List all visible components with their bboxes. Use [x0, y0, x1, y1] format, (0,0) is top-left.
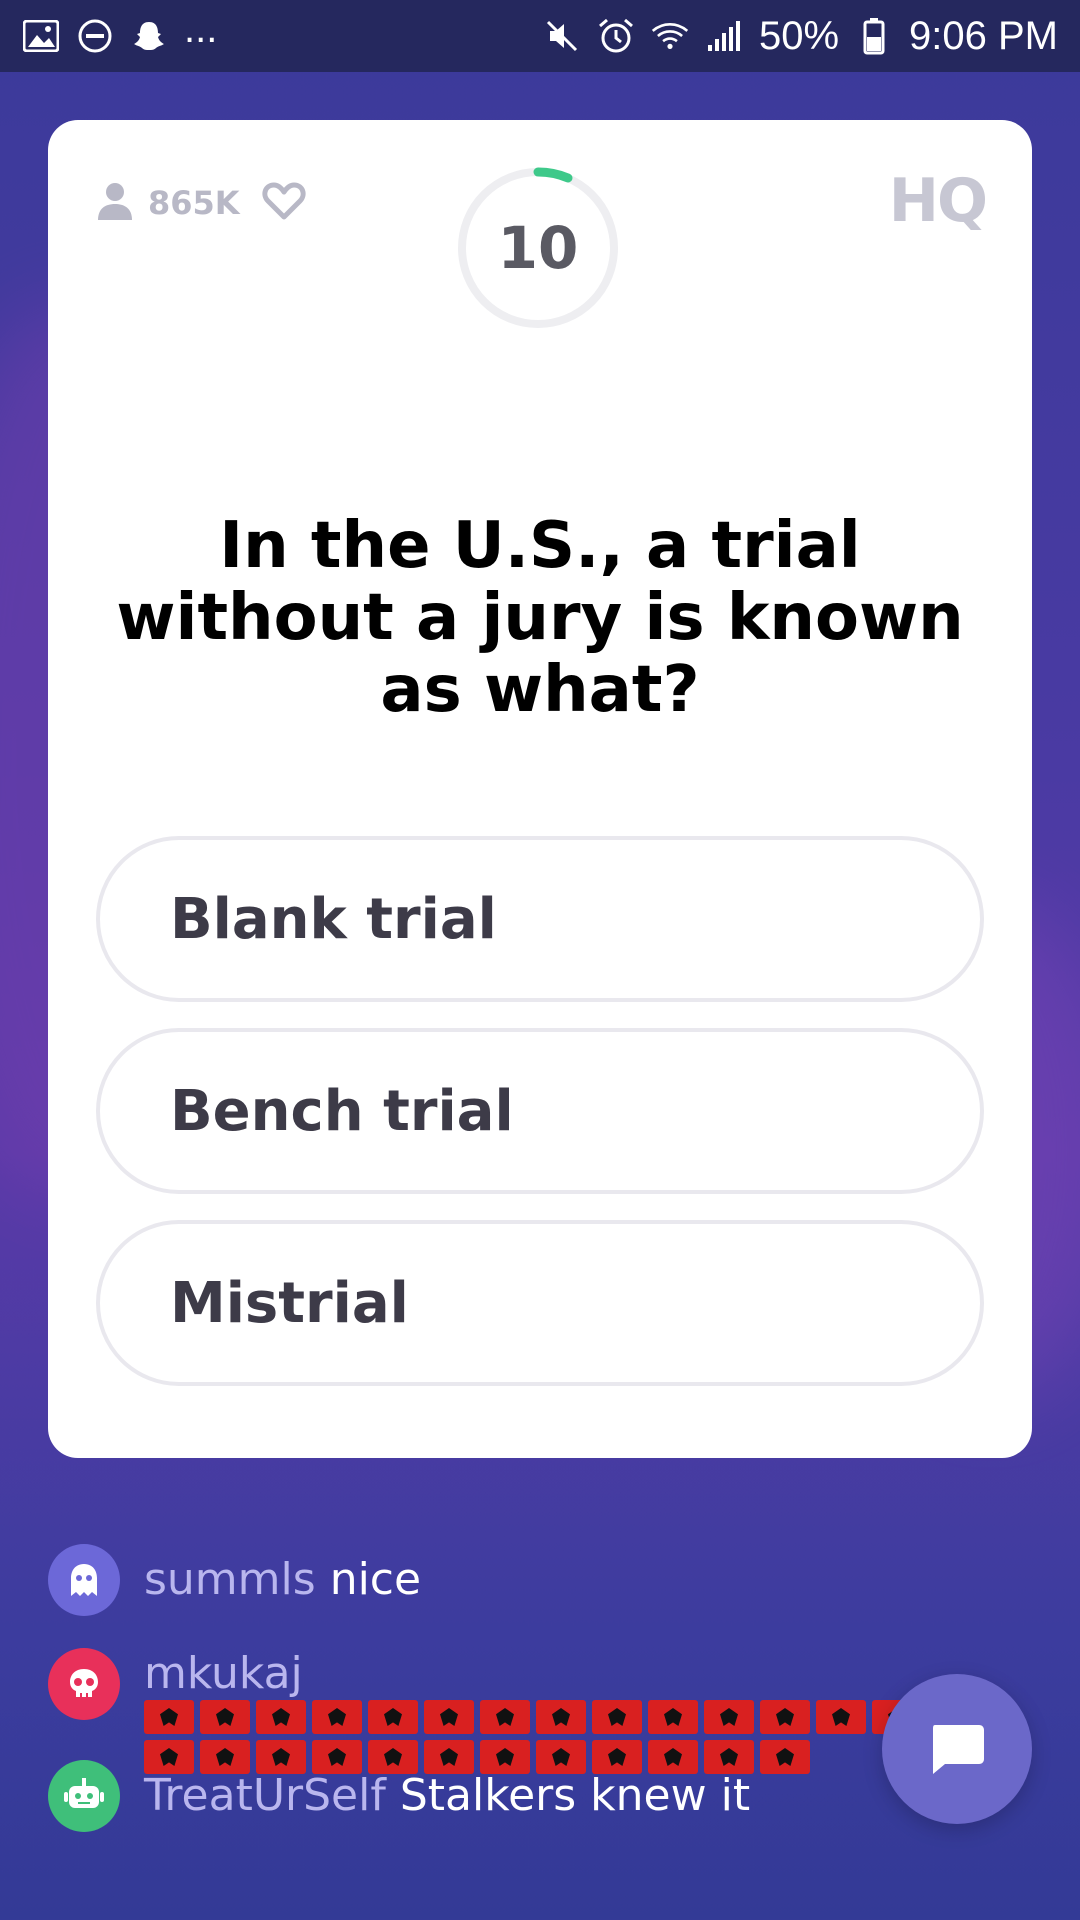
albania-flag-emoji	[256, 1700, 306, 1734]
viewer-count: 865K	[148, 184, 240, 222]
albania-flag-emoji	[200, 1700, 250, 1734]
chat-button[interactable]	[882, 1674, 1032, 1824]
albania-flag-emoji	[424, 1700, 474, 1734]
albania-flag-emoji	[648, 1700, 698, 1734]
hq-logo: HQ	[888, 166, 988, 236]
robot-icon	[64, 1778, 104, 1808]
viewer-counter: 865K	[94, 180, 306, 226]
person-icon	[94, 180, 136, 226]
mute-icon	[543, 17, 581, 55]
albania-flag-emoji	[760, 1700, 810, 1734]
alarm-icon	[597, 17, 635, 55]
answer-label: Bench trial	[170, 1078, 514, 1144]
avatar	[48, 1648, 120, 1720]
chat-message-text: nice	[329, 1554, 422, 1605]
avatar	[48, 1544, 120, 1616]
status-bar: ... 50% 9:06 PM	[0, 0, 1080, 72]
answer-label: Blank trial	[170, 886, 497, 952]
ghost-icon	[71, 1564, 97, 1596]
chat-username: TreatUrSelf	[144, 1770, 386, 1821]
albania-flag-emoji	[704, 1700, 754, 1734]
albania-flag-emoji	[312, 1700, 362, 1734]
do-not-disturb-icon	[76, 17, 114, 55]
snapchat-ghost-icon	[130, 17, 168, 55]
albania-flag-emoji	[144, 1700, 194, 1734]
chat-bubble-icon	[933, 1725, 984, 1774]
heart-icon[interactable]	[261, 181, 306, 225]
countdown-timer: 10	[456, 166, 620, 330]
avatar	[48, 1760, 120, 1832]
answer-label: Mistrial	[170, 1270, 409, 1336]
chat-message-text: Stalkers knew it	[399, 1770, 751, 1821]
chat-message: TreatUrSelf Stalkers knew it	[48, 1760, 750, 1832]
answer-option-2[interactable]: Bench trial	[96, 1028, 984, 1194]
answer-option-3[interactable]: Mistrial	[96, 1220, 984, 1386]
chat-message: summls nice	[48, 1544, 421, 1616]
wifi-icon	[651, 17, 689, 55]
battery-percent: 50%	[758, 13, 840, 58]
albania-flag-emoji	[816, 1700, 866, 1734]
chat-message: mkukaj	[48, 1648, 974, 1774]
signal-icon	[705, 17, 743, 55]
albania-flag-emoji	[480, 1700, 530, 1734]
question-text: In the U.S., a trial without a jury is k…	[116, 509, 964, 727]
question-card: 865K 10 HQ In the U.S., a trial without …	[48, 120, 1032, 1458]
image-icon	[22, 17, 60, 55]
albania-flag-emoji	[592, 1700, 642, 1734]
answer-option-1[interactable]: Blank trial	[96, 836, 984, 1002]
notification-overflow: ...	[184, 6, 218, 51]
albania-flag-emoji	[536, 1700, 586, 1734]
albania-flag-emoji	[368, 1700, 418, 1734]
clock: 9:06 PM	[909, 13, 1058, 58]
battery-icon	[855, 17, 893, 55]
chat-username: mkukaj	[144, 1648, 303, 1699]
skull-icon	[70, 1669, 98, 1697]
timer-seconds: 10	[497, 214, 579, 282]
albania-flag-emoji	[760, 1740, 810, 1774]
chat-username: summls	[144, 1554, 316, 1605]
